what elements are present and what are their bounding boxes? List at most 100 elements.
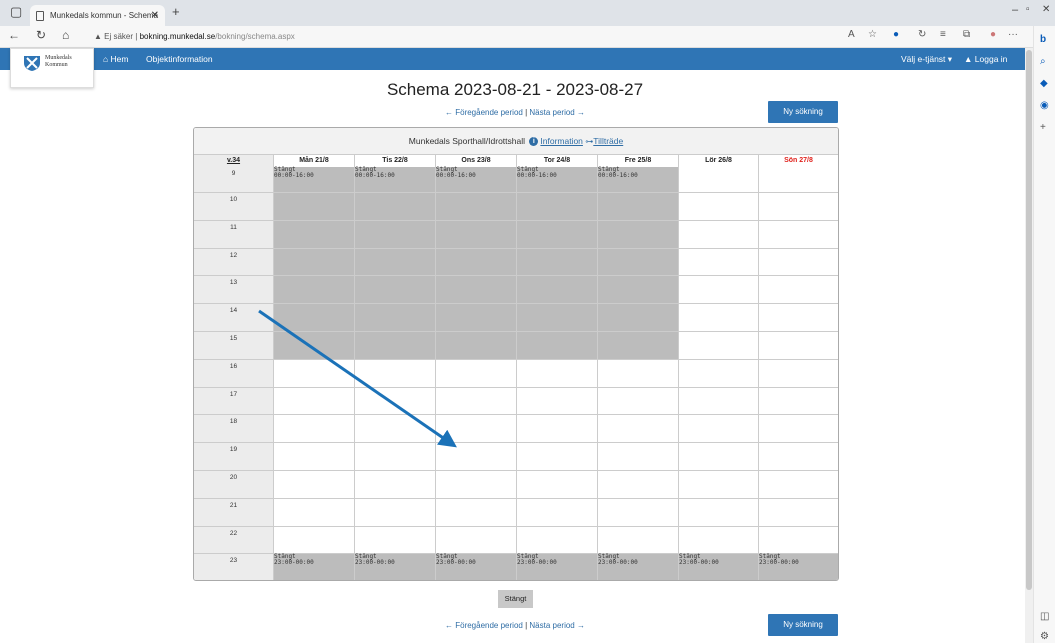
time-slot[interactable]: [517, 470, 598, 498]
collections-icon[interactable]: ⧉: [963, 29, 970, 40]
time-slot[interactable]: [679, 220, 759, 248]
scrollbar-thumb[interactable]: [1026, 50, 1032, 590]
time-slot[interactable]: [759, 499, 838, 526]
time-slot[interactable]: [274, 526, 355, 554]
time-slot[interactable]: [759, 249, 838, 276]
more-icon[interactable]: ···: [1008, 29, 1018, 40]
time-slot[interactable]: [598, 526, 679, 554]
time-slot[interactable]: [679, 276, 759, 304]
time-slot[interactable]: [355, 387, 436, 415]
time-slot[interactable]: [274, 359, 355, 387]
login-link[interactable]: ▲ Logga in: [964, 54, 1007, 64]
time-slot[interactable]: [598, 415, 679, 443]
time-slot[interactable]: [598, 387, 679, 415]
information-link[interactable]: Information: [540, 136, 583, 146]
time-slot[interactable]: [759, 276, 838, 303]
time-slot[interactable]: [274, 415, 355, 443]
time-slot[interactable]: [679, 304, 759, 331]
time-slot[interactable]: [355, 415, 436, 443]
new-search-button[interactable]: Ny sökning: [768, 614, 838, 636]
minimize-icon[interactable]: –: [1012, 4, 1018, 16]
time-slot[interactable]: [355, 498, 436, 526]
next-period-link[interactable]: Nästa period →: [529, 621, 585, 630]
extension-icon[interactable]: ●: [893, 29, 899, 40]
time-slot[interactable]: [436, 526, 517, 554]
time-slot[interactable]: [517, 498, 598, 526]
access-link[interactable]: Tillträde: [593, 136, 623, 146]
tab-actions-icon[interactable]: ▢: [10, 4, 22, 20]
sidebar-panel-icon[interactable]: ◫: [1040, 611, 1049, 622]
time-slot[interactable]: [679, 470, 759, 498]
browser-tab[interactable]: Munkedals kommun - Schema ✕: [30, 5, 165, 26]
time-slot[interactable]: [517, 526, 598, 554]
time-slot[interactable]: [436, 443, 517, 470]
profile-icon[interactable]: ●: [990, 29, 996, 40]
time-slot[interactable]: [517, 359, 598, 387]
time-slot[interactable]: [517, 415, 598, 443]
favorite-icon[interactable]: ☆: [868, 29, 877, 40]
time-slot[interactable]: [759, 332, 838, 359]
time-slot[interactable]: [355, 470, 436, 498]
restore-icon[interactable]: ▫: [1026, 4, 1030, 15]
settings-icon[interactable]: ⚙: [1040, 631, 1049, 642]
refresh-extension-icon[interactable]: ↻: [918, 29, 926, 40]
close-window-icon[interactable]: ✕: [1042, 4, 1050, 15]
time-slot[interactable]: [759, 221, 838, 248]
time-slot[interactable]: [679, 498, 759, 526]
time-slot[interactable]: [598, 498, 679, 526]
add-icon[interactable]: +: [1040, 122, 1046, 133]
time-slot[interactable]: [517, 443, 598, 470]
time-slot[interactable]: [759, 527, 838, 554]
refresh-icon[interactable]: ↻: [36, 28, 46, 42]
favorites-icon[interactable]: ≡: [940, 29, 946, 40]
close-tab-icon[interactable]: ✕: [151, 5, 159, 26]
time-slot[interactable]: [436, 415, 517, 443]
time-slot[interactable]: [679, 193, 759, 220]
time-slot[interactable]: [679, 331, 759, 359]
time-slot[interactable]: [355, 359, 436, 387]
read-aloud-icon[interactable]: A: [848, 29, 855, 40]
time-slot[interactable]: [759, 471, 838, 498]
time-slot[interactable]: [274, 443, 355, 470]
url-field[interactable]: ▲ Ej säker | bokning.munkedal.se/bokning…: [94, 29, 834, 45]
time-slot[interactable]: [759, 304, 838, 331]
time-slot[interactable]: [598, 470, 679, 498]
time-slot[interactable]: [759, 415, 838, 442]
time-slot[interactable]: [679, 248, 759, 276]
next-period-link[interactable]: Nästa period →: [529, 108, 585, 117]
tools-icon[interactable]: ◉: [1040, 100, 1049, 111]
time-slot[interactable]: [436, 359, 517, 387]
search-icon[interactable]: ⌕: [1040, 56, 1046, 67]
time-slot[interactable]: [679, 359, 759, 387]
scrollbar[interactable]: [1025, 48, 1033, 643]
time-slot[interactable]: [679, 443, 759, 470]
back-icon[interactable]: ←: [8, 28, 20, 42]
bing-icon[interactable]: b: [1040, 34, 1046, 45]
time-slot[interactable]: [679, 415, 759, 443]
time-slot[interactable]: [274, 387, 355, 415]
time-slot[interactable]: [598, 443, 679, 470]
time-slot[interactable]: [759, 167, 838, 192]
prev-period-link[interactable]: ← Föregående period: [445, 108, 523, 117]
time-slot[interactable]: [598, 359, 679, 387]
time-slot[interactable]: [355, 526, 436, 554]
time-slot[interactable]: [679, 387, 759, 415]
home-link[interactable]: ⌂ Hem: [103, 54, 128, 64]
time-slot[interactable]: [436, 470, 517, 498]
time-slot[interactable]: [355, 443, 436, 470]
time-slot[interactable]: [517, 387, 598, 415]
shopping-icon[interactable]: ◆: [1040, 78, 1048, 89]
time-slot[interactable]: [679, 167, 759, 192]
prev-period-link[interactable]: ← Föregående period: [445, 621, 523, 630]
time-slot[interactable]: [759, 443, 838, 470]
time-slot[interactable]: [274, 498, 355, 526]
time-slot[interactable]: [679, 526, 759, 554]
time-slot[interactable]: [759, 388, 838, 415]
time-slot[interactable]: [759, 193, 838, 220]
service-dropdown[interactable]: Välj e-tjänst ▾: [901, 54, 952, 65]
new-tab-icon[interactable]: +: [172, 4, 180, 19]
time-slot[interactable]: [759, 360, 838, 387]
time-slot[interactable]: [436, 498, 517, 526]
new-search-button[interactable]: Ny sökning: [768, 101, 838, 123]
object-info-link[interactable]: Objektinformation: [146, 54, 213, 64]
